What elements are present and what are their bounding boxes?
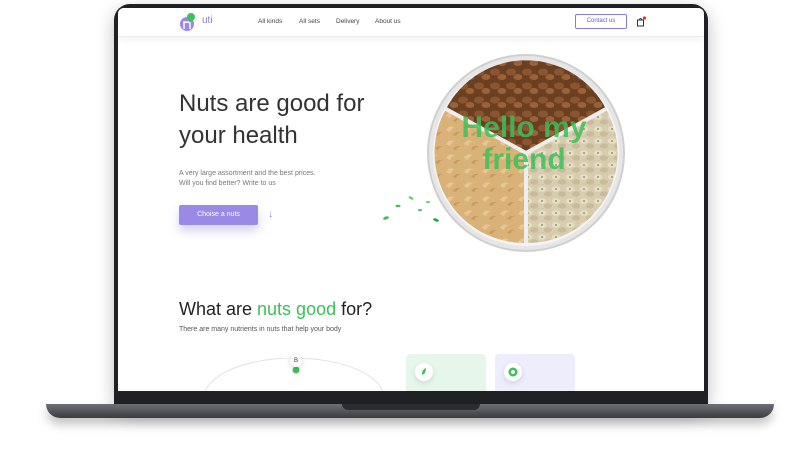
section-title-post: for? xyxy=(336,299,373,319)
browser-screen: uti All kinds All sets Delivery About us… xyxy=(118,8,704,391)
site-header: uti All kinds All sets Delivery About us… xyxy=(118,8,704,37)
overlay-line2: friend xyxy=(482,143,566,176)
laptop-notch xyxy=(342,404,480,410)
heart-badge-icon xyxy=(504,363,522,381)
contact-us-button[interactable]: Contact us xyxy=(575,14,627,29)
hero-title-line2: your health xyxy=(179,122,298,149)
leaves-icon xyxy=(383,196,439,222)
arrow-down-icon[interactable]: ↓ xyxy=(268,209,273,220)
nav-all-kinds[interactable]: All kinds xyxy=(258,18,282,25)
nav-delivery[interactable]: Delivery xyxy=(336,18,359,25)
section-subtitle: There are many nutrients in nuts that he… xyxy=(179,326,342,333)
hero-subtitle-line2: Will you find better? Write to us xyxy=(179,180,276,187)
hero-title: Nuts are good for your health xyxy=(179,88,419,152)
cart-icon[interactable] xyxy=(636,16,646,27)
overlay-line1: Hello my xyxy=(461,111,587,144)
logo-text: uti xyxy=(202,15,213,26)
hero-subtitle-line1: A very large assortment and the best pri… xyxy=(179,170,316,177)
hero-overlay-text: Hello my friend xyxy=(434,112,614,176)
hero-subtitle: A very large assortment and the best pri… xyxy=(179,169,349,189)
section-title: What are nuts good for? xyxy=(179,299,372,320)
nav-about-us[interactable]: About us xyxy=(375,18,401,25)
choose-nuts-button[interactable]: Choise a nuts xyxy=(179,205,258,225)
section-title-pre: What are xyxy=(179,299,258,319)
nav-all-sets[interactable]: All sets xyxy=(299,18,320,25)
vitamin-b-badge: B xyxy=(290,355,302,367)
leaf-badge-icon xyxy=(415,363,433,381)
hero-title-line1: Nuts are good for xyxy=(179,90,365,117)
section-title-green: nuts good xyxy=(257,299,337,319)
